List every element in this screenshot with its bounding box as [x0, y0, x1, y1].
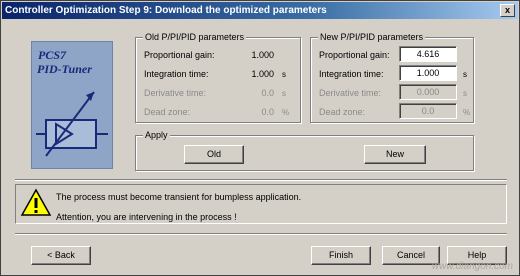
- apply-title: Apply: [143, 130, 170, 140]
- title-bar: Controller Optimization Step 9: Download…: [2, 2, 518, 19]
- new-integration-time-label: Integration time:: [319, 69, 384, 79]
- old-dead-zone-label: Dead zone:: [144, 107, 191, 117]
- logo-text-pid-tuner: PID-Tuner: [37, 62, 92, 76]
- old-proportional-gain-label: Proportional gain:: [144, 50, 215, 60]
- old-derivative-time-label: Derivative time:: [144, 88, 207, 98]
- new-dead-zone-label: Dead zone:: [319, 107, 366, 117]
- logo-text-pcs7: PCS7: [38, 48, 67, 62]
- window-title: Controller Optimization Step 9: Download…: [5, 5, 327, 16]
- old-integration-time-label: Integration time:: [144, 69, 209, 79]
- new-derivative-time-label: Derivative time:: [319, 88, 382, 98]
- new-integration-time-unit: s: [463, 70, 467, 79]
- old-proportional-gain-value: 1.000: [251, 50, 274, 60]
- pid-tuner-logo: PCS7 PID-Tuner: [31, 41, 113, 169]
- warning-message-attention: Attention, you are intervening in the pr…: [56, 212, 237, 222]
- old-dead-zone-unit: %: [282, 108, 290, 117]
- old-integration-time-unit: s: [282, 70, 286, 79]
- apply-group: Apply Old New: [135, 130, 474, 171]
- back-button[interactable]: < Back: [31, 246, 91, 265]
- old-integration-time-value: 1.000: [251, 69, 274, 79]
- warning-icon: [20, 188, 52, 218]
- new-proportional-gain-input[interactable]: 4.616: [399, 46, 457, 62]
- new-dead-zone-unit: %: [463, 108, 471, 117]
- controller-symbol-icon: [36, 91, 108, 157]
- separator-top: [15, 179, 507, 181]
- finish-button[interactable]: Finish: [311, 246, 371, 265]
- new-integration-time-input[interactable]: 1.000: [399, 65, 457, 81]
- apply-old-button[interactable]: Old: [184, 145, 244, 164]
- watermark-text: www.diangon.com: [431, 261, 513, 272]
- warning-message-transient: The process must become transient for bu…: [56, 192, 302, 202]
- old-derivative-time-unit: s: [282, 89, 286, 98]
- old-params-group: Old P/PI/PID parameters Proportional gai…: [135, 32, 301, 123]
- old-params-title: Old P/PI/PID parameters: [143, 32, 247, 42]
- dialog-window: Controller Optimization Step 9: Download…: [0, 0, 520, 276]
- new-dead-zone-input: 0.0: [399, 103, 457, 119]
- old-derivative-time-value: 0.0: [261, 88, 274, 98]
- warning-panel: The process must become transient for bu…: [15, 184, 507, 224]
- new-proportional-gain-label: Proportional gain:: [319, 50, 390, 60]
- new-derivative-time-input: 0.000: [399, 84, 457, 100]
- separator-bottom: [15, 233, 507, 235]
- new-derivative-time-unit: s: [463, 89, 467, 98]
- new-params-title: New P/PI/PID parameters: [318, 32, 426, 42]
- close-button[interactable]: x: [500, 4, 515, 17]
- new-params-group: New P/PI/PID parameters Proportional gai…: [310, 32, 474, 123]
- old-dead-zone-value: 0.0: [261, 107, 274, 117]
- apply-new-button[interactable]: New: [364, 145, 426, 164]
